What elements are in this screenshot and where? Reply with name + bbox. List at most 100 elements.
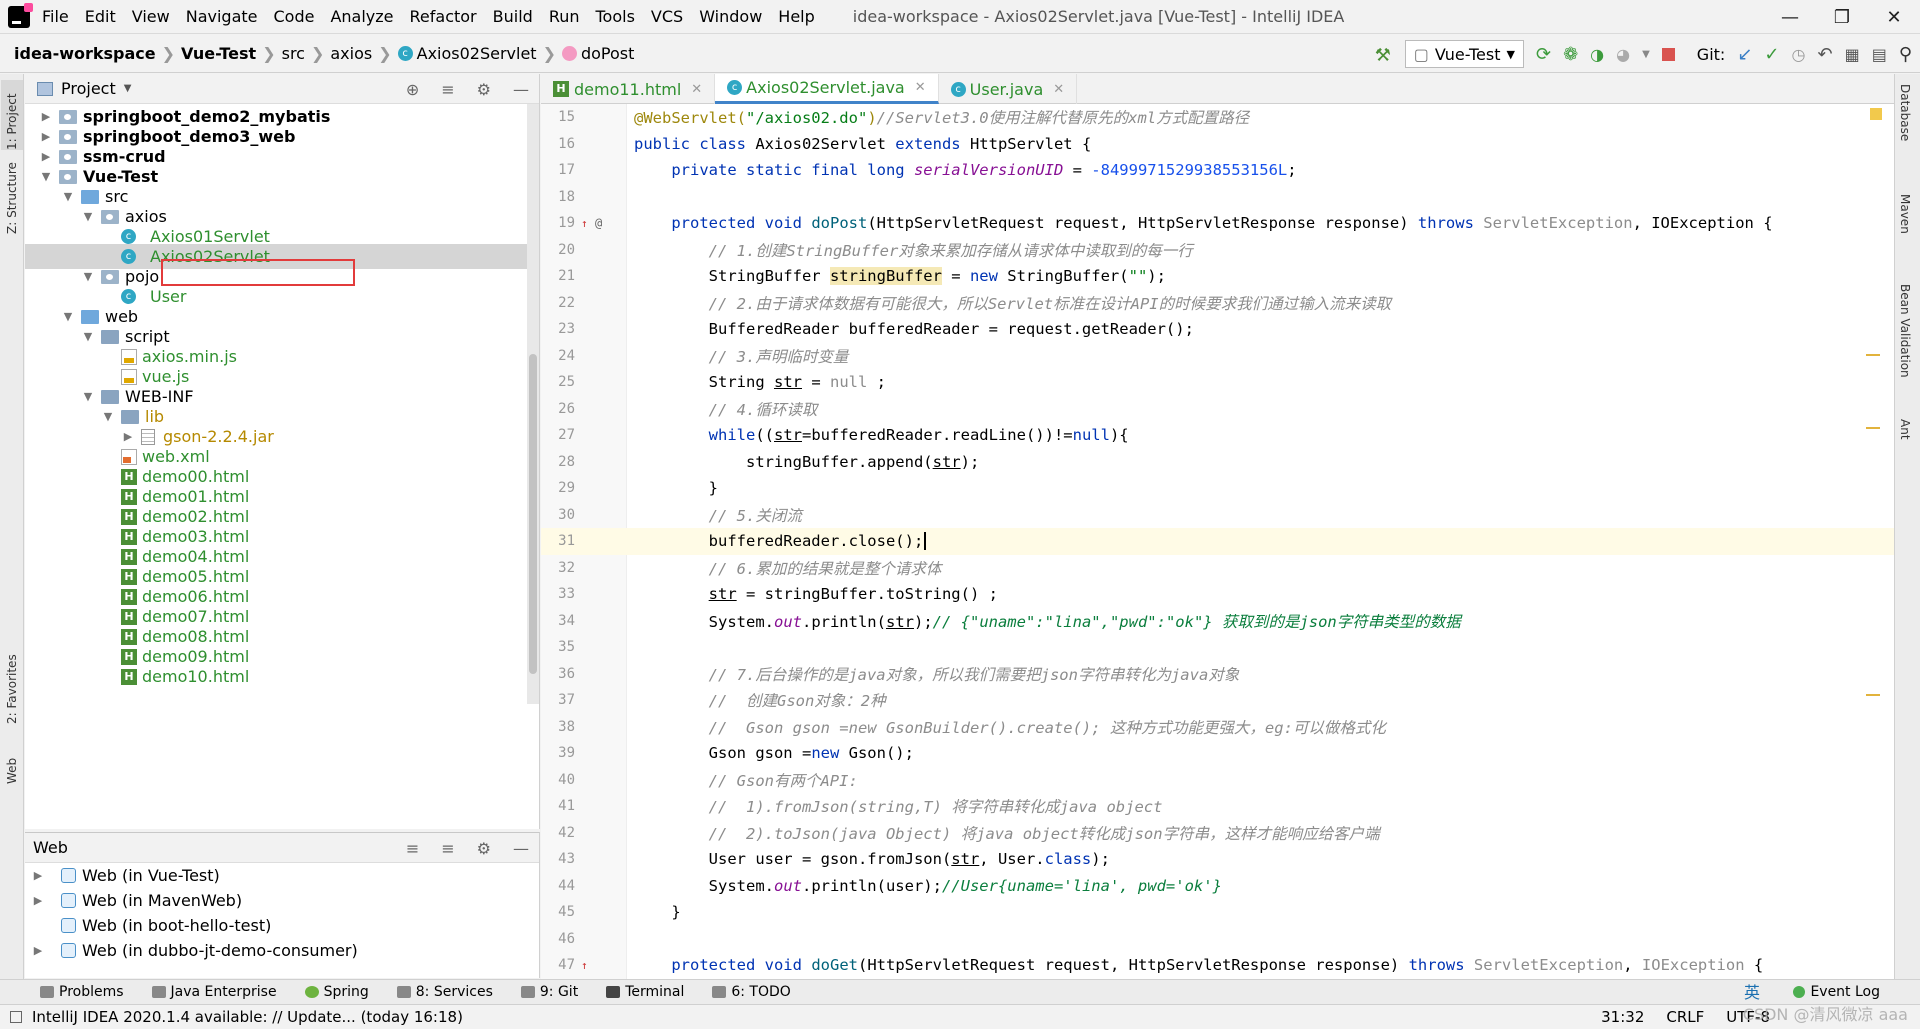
terminal-tool-button[interactable]: Terminal [606,984,684,1000]
web-item[interactable]: Web (in boot-hello-test) [25,913,539,938]
event-log-button[interactable]: Event Log [1793,984,1880,1000]
todo-tool-button[interactable]: 6: TODO [712,984,791,1000]
error-stripe-mark[interactable] [1866,354,1880,356]
menu-window[interactable]: Window [699,7,762,26]
restore-icon[interactable]: ❐ [1816,0,1868,34]
gear-icon[interactable]: ⚙ [477,839,491,858]
bean-validation-tool-tab[interactable]: Bean Validation [1898,284,1912,378]
chevron-down-icon[interactable]: ▼ [124,83,132,94]
project-panel-title[interactable]: Project [61,79,116,98]
error-stripe-mark[interactable] [1866,694,1880,696]
services-tool-button[interactable]: 8: Services [396,984,493,1000]
warning-indicator-icon[interactable] [1870,108,1882,120]
stop-icon[interactable] [1661,47,1675,61]
structure-tool-tab[interactable]: Z: Structure [1,154,23,234]
collapse-arrow-icon[interactable]: ▼ [39,170,53,183]
project-tool-tab[interactable]: 1: Project [1,80,23,150]
expand-arrow-icon[interactable]: ▶ [39,150,53,163]
git-history-icon[interactable]: ◷ [1792,45,1806,64]
spring-tool-button[interactable]: Spring [304,984,369,1000]
menu-file[interactable]: File [42,7,69,26]
error-stripe-mark[interactable] [1866,427,1880,429]
breadcrumb-src[interactable]: src [282,44,305,63]
tab-demo11-html[interactable]: Hdemo11.html ✕ [541,74,716,104]
close-icon[interactable]: ✕ [915,80,926,95]
menu-code[interactable]: Code [274,7,315,26]
menu-vcs[interactable]: VCS [651,7,683,26]
close-icon[interactable]: ✕ [1868,0,1920,34]
ime-indicator[interactable]: 英 [1744,979,1760,1003]
favorites-tool-tab[interactable]: 2: Favorites [1,644,23,724]
override-marker-icon[interactable]: ↑ [581,959,588,972]
caret-position[interactable]: 31:32 [1601,1008,1644,1026]
menu-refactor[interactable]: Refactor [410,7,477,26]
status-toggle-icon[interactable] [10,1011,22,1023]
expand-all-icon[interactable]: ≡ [406,839,419,858]
maven-tool-tab[interactable]: Maven [1898,194,1912,234]
minimize-icon[interactable]: — [1764,0,1816,34]
web-tool-tab[interactable]: Web [1,734,23,784]
debug-icon[interactable]: ❁ [1563,44,1578,65]
expand-arrow-icon[interactable]: ▶ [31,944,45,957]
profile-icon[interactable]: ◕ [1616,45,1630,64]
presentation-icon[interactable]: ▤ [1872,45,1887,64]
collapse-all-icon[interactable]: ≡ [441,80,454,99]
collapse-arrow-icon[interactable]: ▼ [81,210,95,223]
rerun-icon[interactable]: ⟳ [1536,44,1551,65]
expand-arrow-icon[interactable]: ▶ [39,130,53,143]
close-icon[interactable]: ✕ [1053,82,1064,97]
tree-item[interactable]: Hdemo10.html [25,664,539,689]
menu-navigate[interactable]: Navigate [186,7,258,26]
close-icon[interactable]: ✕ [691,82,702,97]
hide-icon[interactable]: — [513,80,529,99]
web-item[interactable]: ▶ Web (in dubbo-jt-demo-consumer) [25,938,539,963]
expand-arrow-icon[interactable]: ▶ [121,430,135,443]
collapse-all-icon[interactable]: ≡ [441,839,454,858]
menu-help[interactable]: Help [778,7,814,26]
menu-analyze[interactable]: Analyze [330,7,393,26]
hide-icon[interactable]: — [513,839,529,858]
gear-icon[interactable]: ⚙ [477,80,491,99]
line-separator[interactable]: CRLF [1666,1008,1704,1026]
git-update-icon[interactable]: ↙ [1737,44,1752,65]
tab-axios02servlet-java[interactable]: c Axios02Servlet.java ✕ [715,74,939,104]
annotation-marker-icon[interactable]: @ [595,216,602,230]
menu-build[interactable]: Build [493,7,533,26]
expand-arrow-icon[interactable]: ▶ [31,869,45,882]
java-enterprise-tool-button[interactable]: Java Enterprise [151,984,277,1000]
collapse-arrow-icon[interactable]: ▼ [81,270,95,283]
coverage-icon[interactable]: ◑ [1590,45,1604,64]
collapse-arrow-icon[interactable]: ▼ [101,410,115,423]
collapse-arrow-icon[interactable]: ▼ [61,190,75,203]
project-scrollbar[interactable] [527,104,539,704]
override-marker-icon[interactable]: ↑ [581,217,588,230]
problems-tool-button[interactable]: Problems [40,984,124,1000]
build-hammer-icon[interactable]: ⚒ [1375,45,1393,66]
expand-arrow-icon[interactable]: ▶ [39,110,53,123]
breadcrumb-workspace[interactable]: idea-workspace [14,44,156,63]
menu-view[interactable]: View [132,7,170,26]
chevron-down-icon[interactable]: ▼ [1642,49,1650,60]
database-tool-tab[interactable]: Database [1898,84,1912,141]
menu-edit[interactable]: Edit [85,7,116,26]
code-editor[interactable]: 15 @WebServlet("/axios02.do")//Servlet3.0… [541,104,1894,979]
tab-user-java[interactable]: c User.java ✕ [939,74,1078,104]
run-config-select[interactable]: ▢ Vue-Test ▼ [1404,40,1524,68]
collapse-arrow-icon[interactable]: ▼ [81,330,95,343]
breadcrumb-class[interactable]: Axios02Servlet [417,44,537,63]
breadcrumb-method[interactable]: doPost [581,44,634,63]
locate-icon[interactable]: ⊕ [406,80,419,99]
ant-tool-tab[interactable]: Ant [1898,419,1912,440]
menu-run[interactable]: Run [549,7,580,26]
web-item[interactable]: ▶ Web (in MavenWeb) [25,888,539,913]
breadcrumb-axios[interactable]: axios [330,44,372,63]
breadcrumb-project[interactable]: Vue-Test [181,44,256,63]
project-structure-icon[interactable]: ▦ [1845,45,1860,64]
search-icon[interactable]: ⚲ [1899,44,1912,65]
menu-tools[interactable]: Tools [596,7,635,26]
git-commit-icon[interactable]: ✓ [1764,44,1779,65]
status-message[interactable]: IntelliJ IDEA 2020.1.4 available: // Upd… [32,1008,463,1026]
git-rollback-icon[interactable]: ↶ [1817,44,1832,65]
collapse-arrow-icon[interactable]: ▼ [81,390,95,403]
git-tool-button[interactable]: 9: Git [520,984,578,1000]
